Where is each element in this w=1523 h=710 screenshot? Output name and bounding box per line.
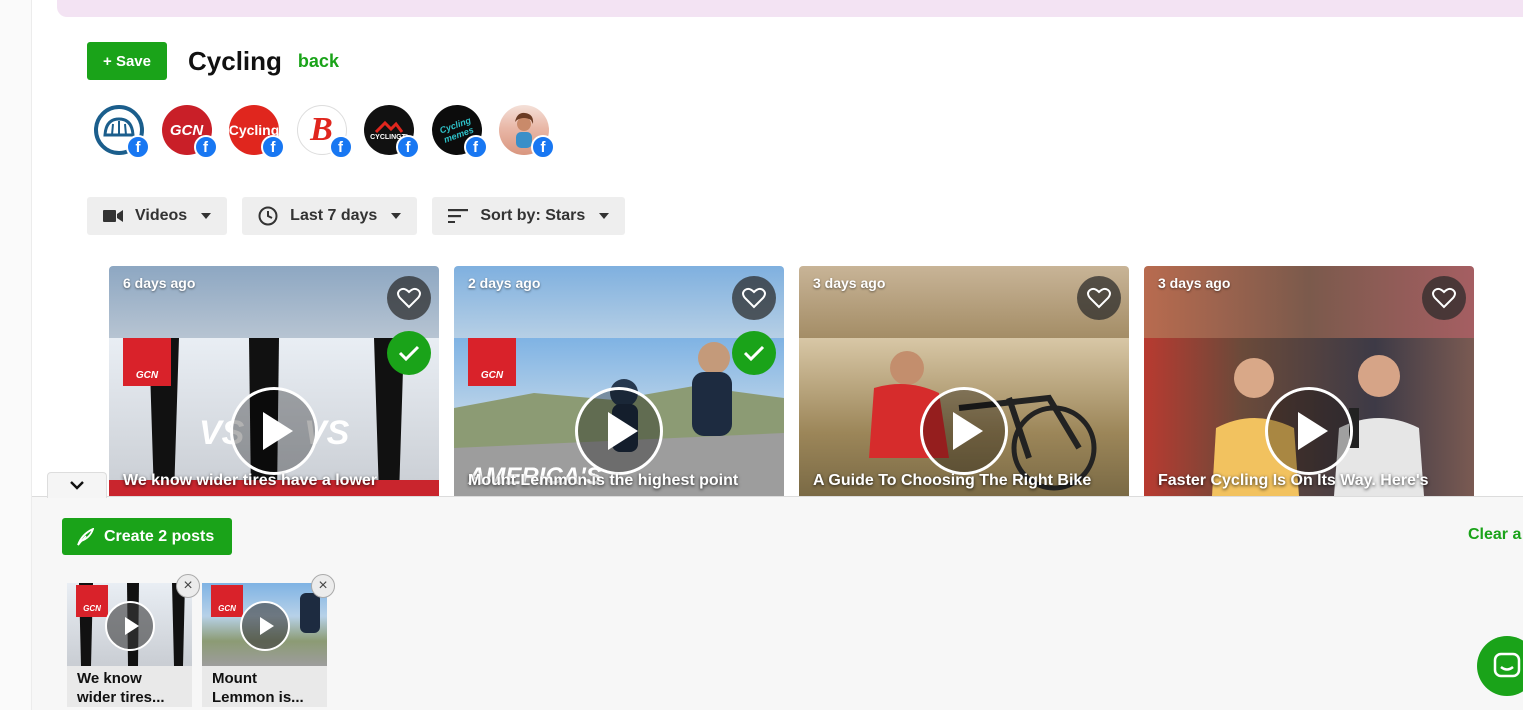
selected-post-title-line: wider tires... bbox=[77, 689, 165, 706]
selected-post-title: Mount Lemmon is... bbox=[202, 666, 327, 707]
play-icon[interactable] bbox=[240, 601, 290, 651]
video-age: 3 days ago bbox=[1158, 275, 1231, 291]
selected-post-title-line: Lemmon is... bbox=[212, 689, 304, 706]
selected-check-icon[interactable] bbox=[387, 331, 431, 375]
create-posts-button[interactable]: Create 2 posts bbox=[62, 518, 232, 555]
selected-post-title-line: We know bbox=[77, 670, 142, 687]
filter-bar: Videos Last 7 days Sort by: Stars bbox=[87, 197, 640, 235]
chevron-down-icon bbox=[599, 213, 610, 219]
facebook-icon: f bbox=[328, 135, 353, 159]
facebook-icon: f bbox=[463, 135, 488, 159]
media-type-label: Videos bbox=[135, 207, 188, 224]
video-card[interactable]: 3 days ago Faster Cycling Is On Its Way.… bbox=[1144, 266, 1474, 496]
collapse-tray-button[interactable] bbox=[47, 472, 107, 498]
source-avatar[interactable]: CYCLINGTI f bbox=[364, 105, 420, 159]
source-avatar[interactable]: Cycling memes f bbox=[424, 97, 489, 163]
close-icon[interactable]: × bbox=[176, 574, 200, 598]
selected-post-item: GCN We know wider tires... × bbox=[67, 574, 200, 707]
source-avatar[interactable]: GCN f bbox=[161, 105, 218, 159]
source-avatars: f GCN f Cycling f B f CYCLINGTI f Cyclin… bbox=[94, 97, 567, 163]
sort-dropdown[interactable]: Sort by: Stars bbox=[432, 197, 626, 235]
video-age: 3 days ago bbox=[813, 275, 886, 291]
video-caption: We know wider tires have a lower bbox=[123, 472, 378, 489]
video-card[interactable]: VS VS GCN 6 days ago We know wider tires … bbox=[109, 266, 439, 496]
source-avatar[interactable]: f bbox=[94, 105, 150, 159]
facebook-icon: f bbox=[261, 135, 285, 159]
video-caption: Mount Lemmon is the highest point bbox=[468, 472, 739, 489]
chevron-down-icon bbox=[391, 213, 402, 219]
facebook-icon: f bbox=[396, 135, 420, 159]
media-type-dropdown[interactable]: Videos bbox=[87, 197, 228, 235]
selected-post-thumbnail: GCN bbox=[202, 583, 327, 666]
gcn-logo-icon: GCN bbox=[211, 585, 243, 617]
save-button[interactable]: + Save bbox=[87, 42, 167, 80]
selected-post-item: GCN Mount Lemmon is... × bbox=[202, 574, 335, 707]
selected-check-icon[interactable] bbox=[732, 331, 776, 375]
page-title: Cycling bbox=[188, 45, 282, 76]
gcn-logo-icon: GCN bbox=[123, 338, 171, 386]
heart-icon[interactable] bbox=[1077, 276, 1121, 320]
video-age: 2 days ago bbox=[468, 275, 541, 291]
gcn-logo-icon: GCN bbox=[76, 585, 108, 617]
chevron-down-icon bbox=[201, 213, 212, 219]
period-dropdown[interactable]: Last 7 days bbox=[242, 197, 418, 235]
heart-icon[interactable] bbox=[732, 276, 776, 320]
heart-icon[interactable] bbox=[1422, 276, 1466, 320]
video-camera-icon bbox=[103, 209, 123, 223]
play-icon[interactable] bbox=[230, 387, 318, 475]
facebook-icon: f bbox=[193, 135, 218, 159]
selected-post-thumbnail: GCN bbox=[67, 583, 192, 666]
period-label: Last 7 days bbox=[290, 207, 378, 224]
selected-post-title: We know wider tires... bbox=[67, 666, 192, 707]
video-caption: A Guide To Choosing The Right Bike bbox=[813, 472, 1092, 489]
source-avatar[interactable]: f bbox=[499, 105, 555, 159]
left-rail bbox=[0, 0, 32, 710]
play-icon[interactable] bbox=[105, 601, 155, 651]
sort-icon bbox=[448, 209, 469, 223]
gcn-logo-icon: GCN bbox=[468, 338, 516, 386]
chat-icon bbox=[1493, 652, 1521, 678]
facebook-icon: f bbox=[531, 135, 555, 159]
video-card[interactable]: 3 days ago A Guide To Choosing The Right… bbox=[799, 266, 1129, 496]
video-caption: Faster Cycling Is On Its Way. Here's bbox=[1158, 472, 1429, 489]
clear-all-link[interactable]: Clear a bbox=[1468, 526, 1521, 544]
play-icon[interactable] bbox=[1265, 387, 1353, 475]
source-label: GCN bbox=[169, 121, 204, 139]
selection-tray: Create 2 posts Clear a GCN We know wider… bbox=[32, 496, 1523, 710]
clock-icon bbox=[258, 206, 278, 226]
heart-icon[interactable] bbox=[387, 276, 431, 320]
sort-label: Sort by: Stars bbox=[480, 207, 586, 224]
source-avatar[interactable]: Cycling f bbox=[229, 105, 285, 159]
chevron-down-icon bbox=[70, 481, 84, 490]
play-icon[interactable] bbox=[920, 387, 1008, 475]
page-header: + Save Cycling back bbox=[87, 42, 339, 80]
play-icon[interactable] bbox=[575, 387, 663, 475]
source-avatar[interactable]: B f bbox=[296, 105, 353, 159]
facebook-icon: f bbox=[126, 135, 150, 159]
selected-post-title-line: Mount bbox=[212, 670, 257, 687]
video-card[interactable]: AMERICA'S GCN 2 days ago Mount Lemmon is… bbox=[454, 266, 784, 496]
top-banner bbox=[57, 0, 1523, 17]
video-age: 6 days ago bbox=[123, 275, 196, 291]
feather-icon bbox=[76, 527, 94, 546]
create-posts-label: Create 2 posts bbox=[104, 527, 215, 545]
close-icon[interactable]: × bbox=[311, 574, 335, 598]
back-link[interactable]: back bbox=[298, 51, 339, 72]
